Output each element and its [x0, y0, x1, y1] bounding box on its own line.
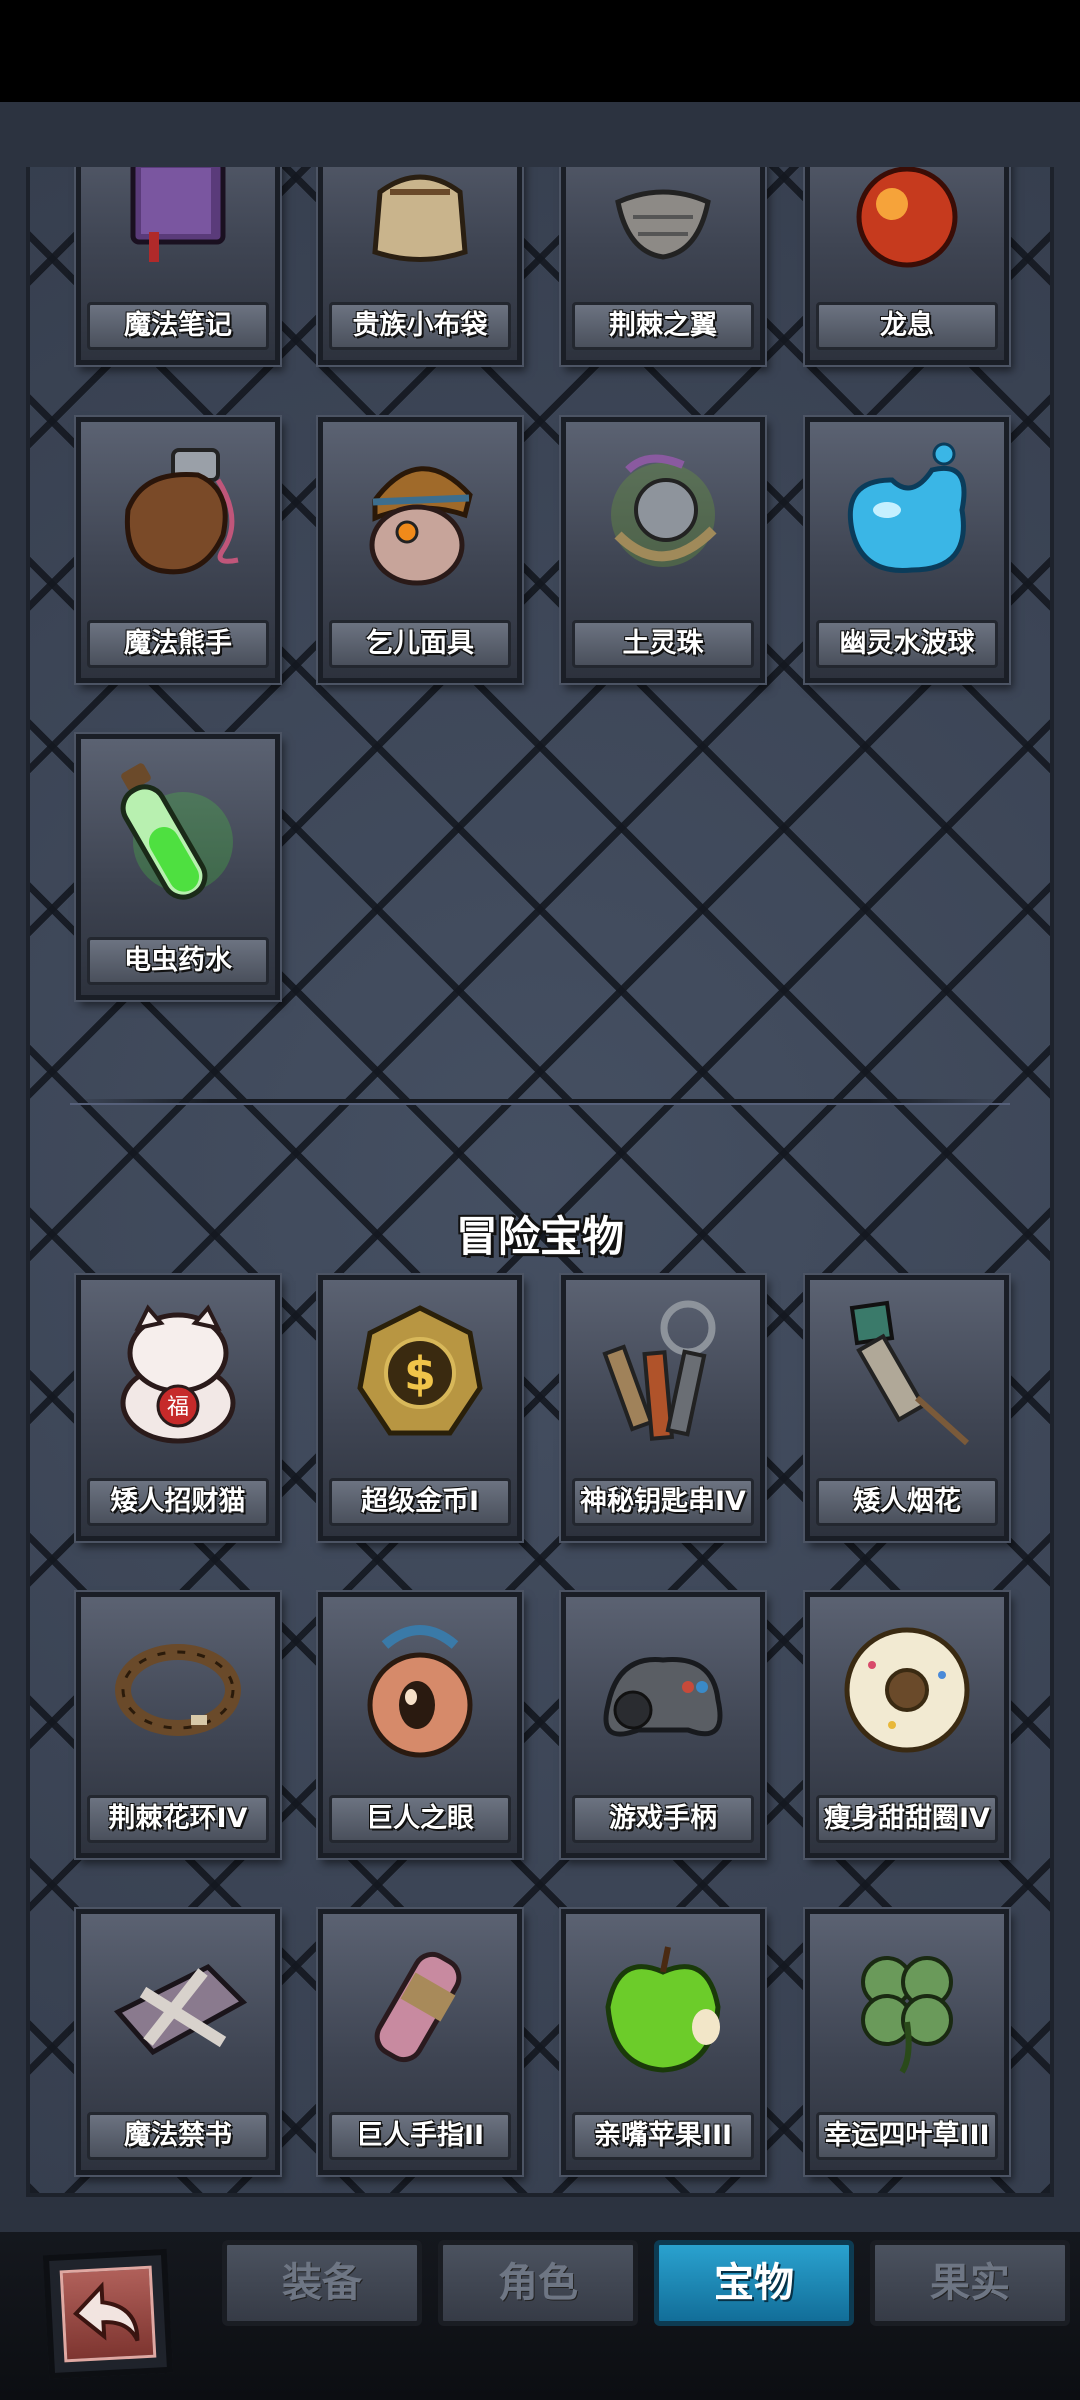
item-label: 荆棘花环IV — [87, 1795, 269, 1843]
item-card[interactable]: 荆棘之翼 — [561, 167, 765, 365]
apple-icon — [588, 1932, 738, 2082]
potion-icon — [103, 757, 253, 907]
item-label: 幸运四叶草III — [816, 2112, 998, 2160]
item-label: 游戏手柄 — [572, 1795, 754, 1843]
item-card[interactable]: 瘦身甜甜圈IV — [805, 1592, 1009, 1858]
giant-finger-icon — [345, 1932, 495, 2082]
item-card[interactable]: 幽灵水波球 — [805, 417, 1009, 683]
status-bar — [0, 0, 1080, 102]
item-card[interactable]: 龙息 — [805, 167, 1009, 365]
thorn-wreath-icon — [103, 1615, 253, 1765]
lucky-cat-icon: 福 — [103, 1298, 253, 1448]
clover-icon — [832, 1932, 982, 2082]
item-card[interactable]: 贵族小布袋 — [318, 167, 522, 365]
svg-text:福: 福 — [167, 1395, 189, 1420]
wing-icon — [588, 167, 738, 272]
item-label: 亲嘴苹果III — [572, 2112, 754, 2160]
item-card[interactable]: 魔法笔记 — [76, 167, 280, 365]
item-card[interactable]: 土灵珠 — [561, 417, 765, 683]
item-label: 贵族小布袋 — [329, 302, 511, 350]
donut-icon — [832, 1615, 982, 1765]
item-card[interactable]: 亲嘴苹果III — [561, 1909, 765, 2175]
item-card[interactable]: 矮人烟花 — [805, 1275, 1009, 1541]
back-button[interactable] — [42, 2248, 174, 2380]
item-label: 魔法禁书 — [87, 2112, 269, 2160]
beggar-mask-icon — [345, 440, 495, 590]
item-label: 龙息 — [816, 302, 998, 350]
fire-orb-icon — [832, 167, 982, 272]
giant-eye-icon — [345, 1615, 495, 1765]
item-label: 瘦身甜甜圈IV — [816, 1795, 998, 1843]
book-icon — [103, 167, 253, 272]
item-label: 超级金币I — [329, 1478, 511, 1526]
item-card[interactable]: 电虫药水 — [76, 734, 280, 1000]
item-label: 荆棘之翼 — [572, 302, 754, 350]
item-card[interactable]: 福 矮人招财猫 — [76, 1275, 280, 1541]
item-label: 幽灵水波球 — [816, 620, 998, 668]
earth-orb-icon — [588, 440, 738, 590]
item-label: 神秘钥匙串IV — [572, 1478, 754, 1526]
section-divider — [70, 1099, 1010, 1103]
item-card[interactable]: 乞儿面具 — [318, 417, 522, 683]
item-card[interactable]: 巨人手指II — [318, 1909, 522, 2175]
item-label: 矮人招财猫 — [87, 1478, 269, 1526]
pouch-icon — [345, 167, 495, 272]
item-card[interactable]: 游戏手柄 — [561, 1592, 765, 1858]
item-card[interactable]: 魔法熊手 — [76, 417, 280, 683]
forbidden-book-icon — [103, 1932, 253, 2082]
item-label: 魔法熊手 — [87, 620, 269, 668]
section-title: 冒险宝物 — [455, 1212, 624, 1261]
tab-equipment[interactable]: 装备 — [222, 2240, 422, 2326]
item-label: 电虫药水 — [87, 937, 269, 985]
item-card[interactable]: 荆棘花环IV — [76, 1592, 280, 1858]
item-label: 乞儿面具 — [329, 620, 511, 668]
item-card[interactable]: 巨人之眼 — [318, 1592, 522, 1858]
item-card[interactable]: 神秘钥匙串IV — [561, 1275, 765, 1541]
item-label: 巨人手指II — [329, 2112, 511, 2160]
item-card[interactable]: 魔法禁书 — [76, 1909, 280, 2175]
tab-character[interactable]: 角色 — [438, 2240, 638, 2326]
item-label: 土灵珠 — [572, 620, 754, 668]
item-label: 魔法笔记 — [87, 302, 269, 350]
svg-text:$: $ — [404, 1347, 436, 1401]
firework-icon — [832, 1298, 982, 1448]
keys-icon — [588, 1298, 738, 1448]
bear-paw-icon — [103, 440, 253, 590]
item-label: 巨人之眼 — [329, 1795, 511, 1843]
item-card[interactable]: 幸运四叶草III — [805, 1909, 1009, 2175]
gamepad-icon — [588, 1615, 738, 1765]
back-arrow-icon — [73, 2281, 140, 2342]
water-blob-icon — [832, 440, 982, 590]
item-card[interactable]: $ 超级金币I — [318, 1275, 522, 1541]
gold-coin-icon: $ — [345, 1298, 495, 1448]
tab-fruit[interactable]: 果实 — [870, 2240, 1070, 2326]
treasure-frame: 魔法笔记 贵族小布袋 荆棘之翼 龙息 魔法熊手 乞儿面具 土灵珠 幽灵水波球 电… — [0, 102, 1080, 2232]
item-label: 矮人烟花 — [816, 1478, 998, 1526]
tab-treasure[interactable]: 宝物 — [654, 2240, 854, 2326]
treasure-panel[interactable]: 魔法笔记 贵族小布袋 荆棘之翼 龙息 魔法熊手 乞儿面具 土灵珠 幽灵水波球 电… — [26, 167, 1054, 2197]
